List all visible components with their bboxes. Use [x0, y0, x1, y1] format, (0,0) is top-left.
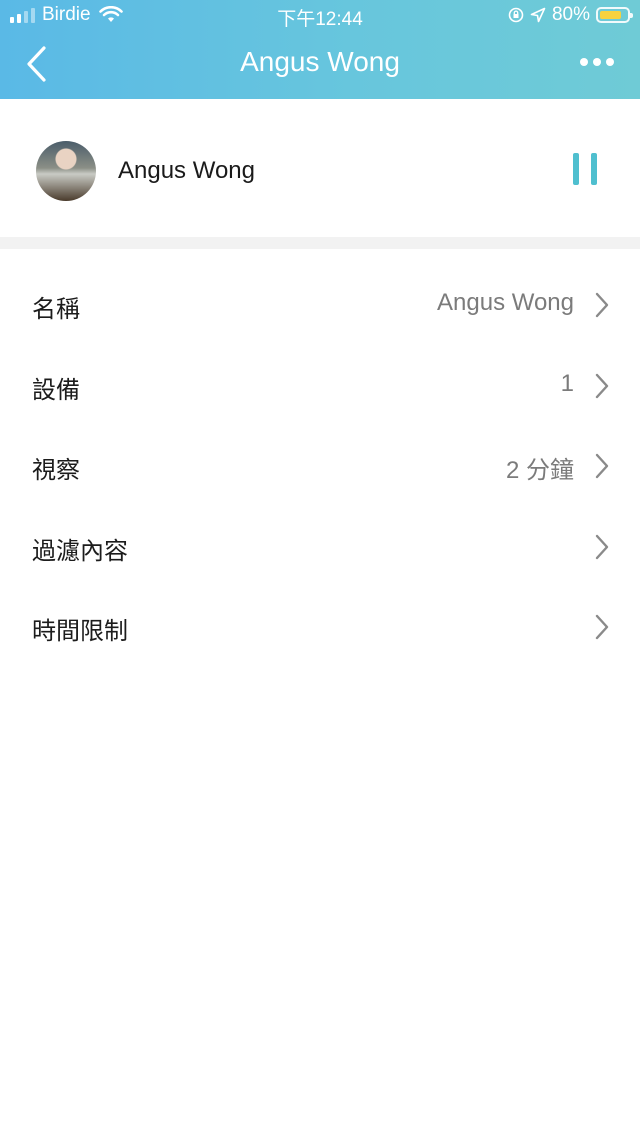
more-options-icon[interactable] — [580, 58, 614, 66]
pause-icon[interactable] — [570, 153, 600, 187]
back-chevron-icon[interactable] — [22, 44, 52, 84]
battery-icon — [596, 7, 633, 23]
section-divider — [0, 237, 640, 249]
settings-row-name[interactable]: 名稱 Angus Wong — [0, 265, 640, 346]
location-arrow-icon — [530, 7, 546, 23]
row-value: Angus Wong — [437, 289, 574, 316]
avatar[interactable] — [36, 141, 96, 201]
status-right: 80% — [508, 4, 633, 26]
battery-fill — [600, 11, 621, 19]
chevron-right-icon — [595, 292, 609, 318]
settings-row-inspection[interactable]: 視察 2 分鐘 — [0, 426, 640, 507]
chevron-right-icon — [595, 373, 609, 398]
profile-card: Angus Wong — [0, 99, 640, 237]
row-label: 過濾內容 — [32, 537, 128, 565]
profile-name: Angus Wong — [118, 157, 255, 184]
app-header: Birdie 下午12:44 80% Angus Wong — [0, 0, 640, 99]
page-title: Angus Wong — [240, 46, 400, 77]
row-label: 視察 — [32, 457, 80, 484]
row-value: 2 分鐘 — [505, 457, 574, 484]
chevron-right-icon — [595, 614, 609, 640]
row-label: 名稱 — [32, 296, 80, 323]
chevron-right-icon — [595, 534, 609, 559]
settings-row-time-limit[interactable]: 時間限制 — [0, 587, 640, 668]
settings-row-content-filter[interactable]: 過濾內容 — [0, 507, 640, 588]
settings-row-devices[interactable]: 設備 1 — [0, 346, 640, 427]
status-bar: Birdie 下午12:44 80% — [0, 0, 640, 32]
row-label: 設備 — [32, 376, 80, 404]
row-label: 時間限制 — [32, 618, 128, 645]
settings-list: 名稱 Angus Wong 設備 1 視察 2 分鐘 過濾內容 時間限制 — [0, 265, 640, 668]
chevron-right-icon — [595, 453, 609, 479]
rotation-lock-icon — [508, 7, 524, 23]
battery-percent: 80% — [551, 4, 590, 25]
row-value: 1 — [560, 369, 574, 397]
